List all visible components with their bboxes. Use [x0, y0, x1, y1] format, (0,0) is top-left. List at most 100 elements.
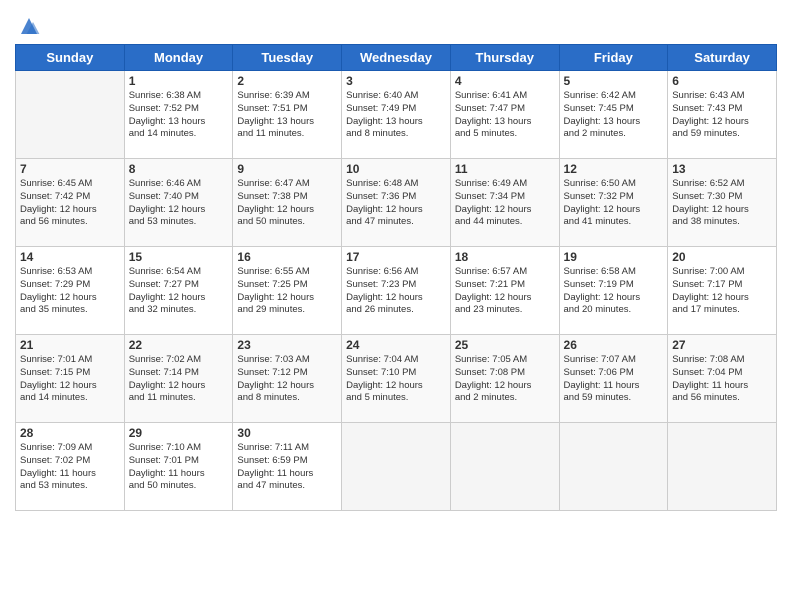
day-info: Sunrise: 7:05 AMSunset: 7:08 PMDaylight:… [455, 354, 555, 405]
calendar-cell: 15Sunrise: 6:54 AMSunset: 7:27 PMDayligh… [124, 247, 233, 335]
day-info: Sunrise: 6:42 AMSunset: 7:45 PMDaylight:… [564, 90, 664, 141]
week-row-1: 1 Sunrise: 6:38 AMSunset: 7:52 PMDaylight… [16, 71, 777, 159]
calendar-cell: 4Sunrise: 6:41 AMSunset: 7:47 PMDaylight… [450, 71, 559, 159]
day-info: Sunrise: 7:03 AMSunset: 7:12 PMDaylight:… [237, 354, 337, 405]
day-number: 7 [20, 162, 120, 176]
weekday-header-sunday: Sunday [16, 45, 125, 71]
calendar-cell: 18 Sunrise: 6:57 AMSunset: 7:21 PMDayligh… [450, 247, 559, 335]
day-info: Sunrise: 7:08 AMSunset: 7:04 PMDaylight:… [672, 354, 772, 405]
day-number: 22 [129, 338, 229, 352]
weekday-header-thursday: Thursday [450, 45, 559, 71]
day-number: 28 [20, 426, 120, 440]
calendar-cell: 13 Sunrise: 6:52 AMSunset: 7:30 PMDayligh… [668, 159, 777, 247]
header-row [15, 10, 777, 38]
calendar-cell: 11 Sunrise: 6:49 AMSunset: 7:34 PMDayligh… [450, 159, 559, 247]
calendar-cell: 17 Sunrise: 6:56 AMSunset: 7:23 PMDayligh… [342, 247, 451, 335]
calendar-cell [450, 423, 559, 511]
day-number: 10 [346, 162, 446, 176]
calendar-cell: 6Sunrise: 6:43 AMSunset: 7:43 PMDaylight… [668, 71, 777, 159]
weekday-header-friday: Friday [559, 45, 668, 71]
calendar-cell: 10Sunrise: 6:48 AMSunset: 7:36 PMDayligh… [342, 159, 451, 247]
calendar-cell: 5 Sunrise: 6:42 AMSunset: 7:45 PMDaylight… [559, 71, 668, 159]
day-number: 27 [672, 338, 772, 352]
day-info: Sunrise: 7:01 AMSunset: 7:15 PMDaylight:… [20, 354, 120, 405]
day-info: Sunrise: 7:00 AMSunset: 7:17 PMDaylight:… [672, 266, 772, 317]
calendar-cell: 14 Sunrise: 6:53 AMSunset: 7:29 PMDayligh… [16, 247, 125, 335]
day-number: 24 [346, 338, 446, 352]
calendar-cell [668, 423, 777, 511]
weekday-header-saturday: Saturday [668, 45, 777, 71]
calendar-cell [559, 423, 668, 511]
day-info: Sunrise: 7:02 AMSunset: 7:14 PMDaylight:… [129, 354, 229, 405]
calendar-cell: 29 Sunrise: 7:10 AMSunset: 7:01 PMDayligh… [124, 423, 233, 511]
calendar-cell: 2 Sunrise: 6:39 AMSunset: 7:51 PMDaylight… [233, 71, 342, 159]
logo-icon [17, 14, 41, 38]
week-row-5: 28 Sunrise: 7:09 AMSunset: 7:02 PMDayligh… [16, 423, 777, 511]
day-info: Sunrise: 6:53 AMSunset: 7:29 PMDaylight:… [20, 266, 120, 317]
day-info: Sunrise: 6:39 AMSunset: 7:51 PMDaylight:… [237, 90, 337, 141]
day-number: 6 [672, 74, 772, 88]
weekday-header-monday: Monday [124, 45, 233, 71]
calendar-cell: 20 Sunrise: 7:00 AMSunset: 7:17 PMDayligh… [668, 247, 777, 335]
calendar-cell: 9 Sunrise: 6:47 AMSunset: 7:38 PMDaylight… [233, 159, 342, 247]
day-number: 26 [564, 338, 664, 352]
day-info: Sunrise: 6:49 AMSunset: 7:34 PMDaylight:… [455, 178, 555, 229]
day-number: 2 [237, 74, 337, 88]
calendar-cell: 30 Sunrise: 7:11 AMSunset: 6:59 PMDayligh… [233, 423, 342, 511]
calendar-cell: 1 Sunrise: 6:38 AMSunset: 7:52 PMDaylight… [124, 71, 233, 159]
day-info: Sunrise: 6:47 AMSunset: 7:38 PMDaylight:… [237, 178, 337, 229]
day-info: Sunrise: 6:45 AMSunset: 7:42 PMDaylight:… [20, 178, 120, 229]
day-info: Sunrise: 6:55 AMSunset: 7:25 PMDaylight:… [237, 266, 337, 317]
day-number: 18 [455, 250, 555, 264]
day-number: 16 [237, 250, 337, 264]
day-number: 21 [20, 338, 120, 352]
day-info: Sunrise: 7:07 AMSunset: 7:06 PMDaylight:… [564, 354, 664, 405]
calendar-cell: 12 Sunrise: 6:50 AMSunset: 7:32 PMDayligh… [559, 159, 668, 247]
day-number: 17 [346, 250, 446, 264]
day-info: Sunrise: 6:40 AMSunset: 7:49 PMDaylight:… [346, 90, 446, 141]
calendar-cell [16, 71, 125, 159]
calendar-cell: 22 Sunrise: 7:02 AMSunset: 7:14 PMDayligh… [124, 335, 233, 423]
page-container: SundayMondayTuesdayWednesdayThursdayFrid… [0, 0, 792, 521]
calendar-cell [342, 423, 451, 511]
day-info: Sunrise: 6:38 AMSunset: 7:52 PMDaylight:… [129, 90, 229, 141]
day-number: 13 [672, 162, 772, 176]
calendar-cell: 16 Sunrise: 6:55 AMSunset: 7:25 PMDayligh… [233, 247, 342, 335]
calendar-cell: 27 Sunrise: 7:08 AMSunset: 7:04 PMDayligh… [668, 335, 777, 423]
day-info: Sunrise: 6:57 AMSunset: 7:21 PMDaylight:… [455, 266, 555, 317]
calendar-cell: 21 Sunrise: 7:01 AMSunset: 7:15 PMDayligh… [16, 335, 125, 423]
calendar-cell: 3 Sunrise: 6:40 AMSunset: 7:49 PMDaylight… [342, 71, 451, 159]
calendar-cell: 7 Sunrise: 6:45 AMSunset: 7:42 PMDaylight… [16, 159, 125, 247]
day-info: Sunrise: 7:10 AMSunset: 7:01 PMDaylight:… [129, 442, 229, 493]
calendar-cell: 26 Sunrise: 7:07 AMSunset: 7:06 PMDayligh… [559, 335, 668, 423]
calendar-cell: 24 Sunrise: 7:04 AMSunset: 7:10 PMDayligh… [342, 335, 451, 423]
day-info: Sunrise: 7:11 AMSunset: 6:59 PMDaylight:… [237, 442, 337, 493]
day-number: 9 [237, 162, 337, 176]
day-info: Sunrise: 6:41 AMSunset: 7:47 PMDaylight:… [455, 90, 555, 141]
calendar-cell: 19Sunrise: 6:58 AMSunset: 7:19 PMDayligh… [559, 247, 668, 335]
day-info: Sunrise: 6:52 AMSunset: 7:30 PMDaylight:… [672, 178, 772, 229]
day-info: Sunrise: 7:09 AMSunset: 7:02 PMDaylight:… [20, 442, 120, 493]
day-number: 5 [564, 74, 664, 88]
day-number: 3 [346, 74, 446, 88]
day-number: 29 [129, 426, 229, 440]
day-info: Sunrise: 6:50 AMSunset: 7:32 PMDaylight:… [564, 178, 664, 229]
day-number: 12 [564, 162, 664, 176]
day-info: Sunrise: 7:04 AMSunset: 7:10 PMDaylight:… [346, 354, 446, 405]
day-number: 11 [455, 162, 555, 176]
calendar-cell: 28 Sunrise: 7:09 AMSunset: 7:02 PMDayligh… [16, 423, 125, 511]
week-row-2: 7 Sunrise: 6:45 AMSunset: 7:42 PMDaylight… [16, 159, 777, 247]
day-number: 14 [20, 250, 120, 264]
day-info: Sunrise: 6:56 AMSunset: 7:23 PMDaylight:… [346, 266, 446, 317]
day-number: 1 [129, 74, 229, 88]
day-number: 20 [672, 250, 772, 264]
calendar-cell: 25Sunrise: 7:05 AMSunset: 7:08 PMDayligh… [450, 335, 559, 423]
weekday-header-wednesday: Wednesday [342, 45, 451, 71]
day-number: 8 [129, 162, 229, 176]
day-number: 30 [237, 426, 337, 440]
week-row-3: 14 Sunrise: 6:53 AMSunset: 7:29 PMDayligh… [16, 247, 777, 335]
day-number: 15 [129, 250, 229, 264]
day-number: 19 [564, 250, 664, 264]
weekday-header-row: SundayMondayTuesdayWednesdayThursdayFrid… [16, 45, 777, 71]
weekday-header-tuesday: Tuesday [233, 45, 342, 71]
